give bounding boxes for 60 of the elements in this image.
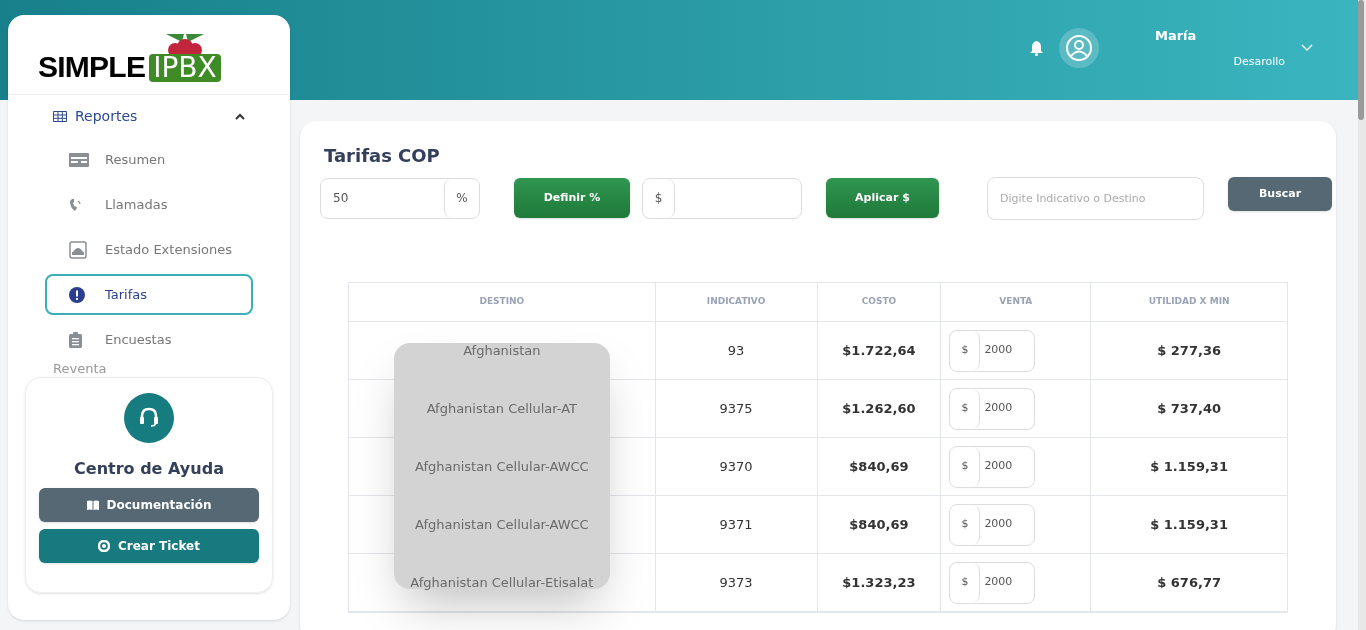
user-name: María <box>1155 27 1198 45</box>
table-cell-text: $ 1.159,31 <box>1149 457 1229 476</box>
amount-field[interactable]: $ <box>642 177 802 219</box>
sidebar-item[interactable]: Llamadas <box>45 184 253 225</box>
table-icon <box>53 110 67 122</box>
table-cell: 9375 <box>655 380 818 437</box>
page-title: Tarifas COP <box>324 147 441 165</box>
table-cell: 9373 <box>655 554 818 611</box>
table-cell: $1.722,64 <box>817 322 942 379</box>
chevron-down-icon[interactable] <box>1301 44 1313 52</box>
table-cell: 93 <box>655 322 818 379</box>
clipboard-icon <box>69 331 82 348</box>
table-cell: 9370 <box>655 438 818 495</box>
user-avatar-icon[interactable] <box>1059 28 1099 68</box>
search-button[interactable]: Buscar <box>1228 177 1332 211</box>
percent-field[interactable]: 50 % <box>320 177 480 219</box>
sidebar-item[interactable]: Resumen <box>45 139 253 180</box>
phone-icon <box>69 197 83 212</box>
table-cell-text: $ 737,40 <box>1156 399 1222 418</box>
help-title: Centro de Ayuda <box>74 458 224 480</box>
price-field[interactable]: $ 2000 <box>949 445 1036 488</box>
table-cell: $1.323,23 <box>817 554 942 611</box>
table-cell: $1.262,60 <box>817 380 942 437</box>
headset-icon <box>124 393 174 443</box>
search-field[interactable]: Digite Indicativo o Destino <box>987 176 1204 220</box>
table-cell-text: $ 1.159,31 <box>1149 515 1229 534</box>
logo-badge: IPBX <box>149 54 221 82</box>
sidebar-item[interactable]: Estado Extensiones <box>45 229 253 270</box>
card-icon <box>69 152 89 167</box>
chevron-up-icon <box>235 112 245 120</box>
book-icon <box>86 500 99 510</box>
table-cell-text: $ 676,77 <box>1156 573 1222 592</box>
table-cell-text: $ 277,36 <box>1156 341 1222 360</box>
column-header: INDICATIVO <box>655 283 818 321</box>
column-header: UTILIDAD X MIN <box>1147 295 1231 309</box>
scrollbar-thumb[interactable] <box>1358 0 1364 120</box>
lifebuoy-icon <box>98 540 110 552</box>
menu-section-partial[interactable]: Reventa <box>53 362 245 374</box>
price-field[interactable]: $ 2000 <box>949 503 1036 546</box>
table-cell: 9371 <box>655 496 818 553</box>
price-field[interactable]: $ 2000 <box>949 387 1036 430</box>
sidebar-item[interactable]: Tarifas <box>45 274 253 315</box>
monitor-icon <box>69 240 87 259</box>
alert-icon <box>69 286 85 303</box>
define-percent-button[interactable]: Definir % <box>514 178 630 218</box>
column-header: DESTINO <box>349 283 656 321</box>
price-field[interactable]: $ 2000 <box>949 561 1036 604</box>
table-cell: $840,69 <box>817 438 942 495</box>
apply-amount-button[interactable]: Aplicar $ <box>826 178 939 218</box>
column-header: COSTO <box>817 283 942 321</box>
menu-section[interactable]: Reportes <box>8 95 290 137</box>
logo-text: SIMPLE <box>38 52 146 82</box>
help-button[interactable]: Documentación <box>39 488 259 522</box>
table-cell: $840,69 <box>817 496 942 553</box>
help-button[interactable]: Crear Ticket <box>39 529 259 563</box>
user-role: Desarollo <box>1233 53 1285 70</box>
sidebar-item[interactable]: Encuestas <box>45 319 253 360</box>
price-field[interactable]: $ 2000 <box>949 329 1036 372</box>
bell-icon[interactable] <box>1030 40 1043 56</box>
column-header: VENTA <box>941 283 1092 321</box>
